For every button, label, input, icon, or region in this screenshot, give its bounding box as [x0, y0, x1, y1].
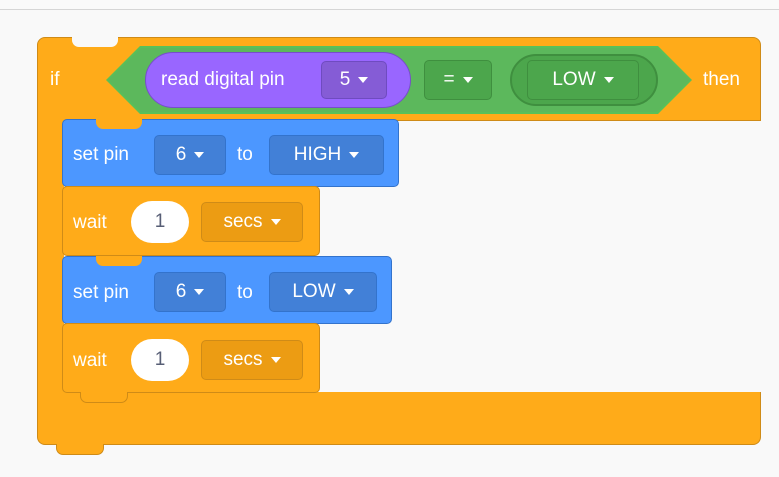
- wait-amount-input[interactable]: 1: [131, 339, 189, 381]
- chevron-down-icon: [194, 152, 205, 158]
- set-pin-value-dropdown[interactable]: HIGH: [269, 135, 384, 175]
- wait-unit-dropdown[interactable]: secs: [201, 340, 303, 380]
- set-pin-number-dropdown[interactable]: 6: [154, 135, 226, 175]
- if-block-arm: [37, 118, 64, 408]
- canvas-top-border: [0, 0, 779, 10]
- chevron-down-icon: [349, 152, 360, 158]
- wait-unit: secs: [223, 349, 263, 370]
- operator-dropdown[interactable]: =: [424, 60, 492, 100]
- wait-amount-input[interactable]: 1: [131, 201, 189, 243]
- to-label: to: [237, 282, 253, 303]
- block-bottom-notch: [80, 392, 128, 403]
- chevron-down-icon: [462, 77, 473, 83]
- set-pin-value: LOW: [292, 281, 336, 302]
- wait-label: wait: [73, 212, 107, 233]
- set-pin-number-dropdown[interactable]: 6: [154, 272, 226, 312]
- wait-amount-value: 1: [154, 211, 166, 232]
- then-label: then: [703, 69, 740, 90]
- read-digital-pin-label: read digital pin: [161, 69, 285, 90]
- to-label: to: [237, 144, 253, 165]
- wait-label: wait: [73, 350, 107, 371]
- set-pin-number: 6: [175, 281, 187, 302]
- chevron-down-icon: [194, 289, 205, 295]
- chevron-down-icon: [270, 219, 281, 225]
- if-label: if: [50, 69, 60, 90]
- chevron-down-icon: [603, 77, 614, 83]
- if-top-notch: [72, 37, 118, 47]
- wait-unit-dropdown[interactable]: secs: [201, 202, 303, 242]
- read-pin-dropdown[interactable]: 5: [321, 61, 387, 99]
- if-bottom-notch: [56, 444, 104, 455]
- compare-value: LOW: [552, 69, 596, 90]
- chevron-down-icon: [270, 357, 281, 363]
- wait-unit: secs: [223, 211, 263, 232]
- block-notch: [96, 256, 142, 266]
- operator-value: =: [443, 69, 455, 90]
- chevron-down-icon: [358, 77, 369, 83]
- set-pin-value-dropdown[interactable]: LOW: [269, 272, 377, 312]
- block-notch: [96, 119, 142, 129]
- chevron-down-icon: [343, 289, 354, 295]
- compare-value-dropdown[interactable]: LOW: [527, 60, 639, 100]
- set-pin-value: HIGH: [293, 144, 342, 165]
- wait-amount-value: 1: [154, 349, 166, 370]
- set-pin-number: 6: [175, 144, 187, 165]
- read-pin-value: 5: [339, 69, 351, 90]
- if-block-footer[interactable]: [37, 392, 761, 445]
- set-pin-label: set pin: [73, 144, 129, 165]
- set-pin-label: set pin: [73, 282, 129, 303]
